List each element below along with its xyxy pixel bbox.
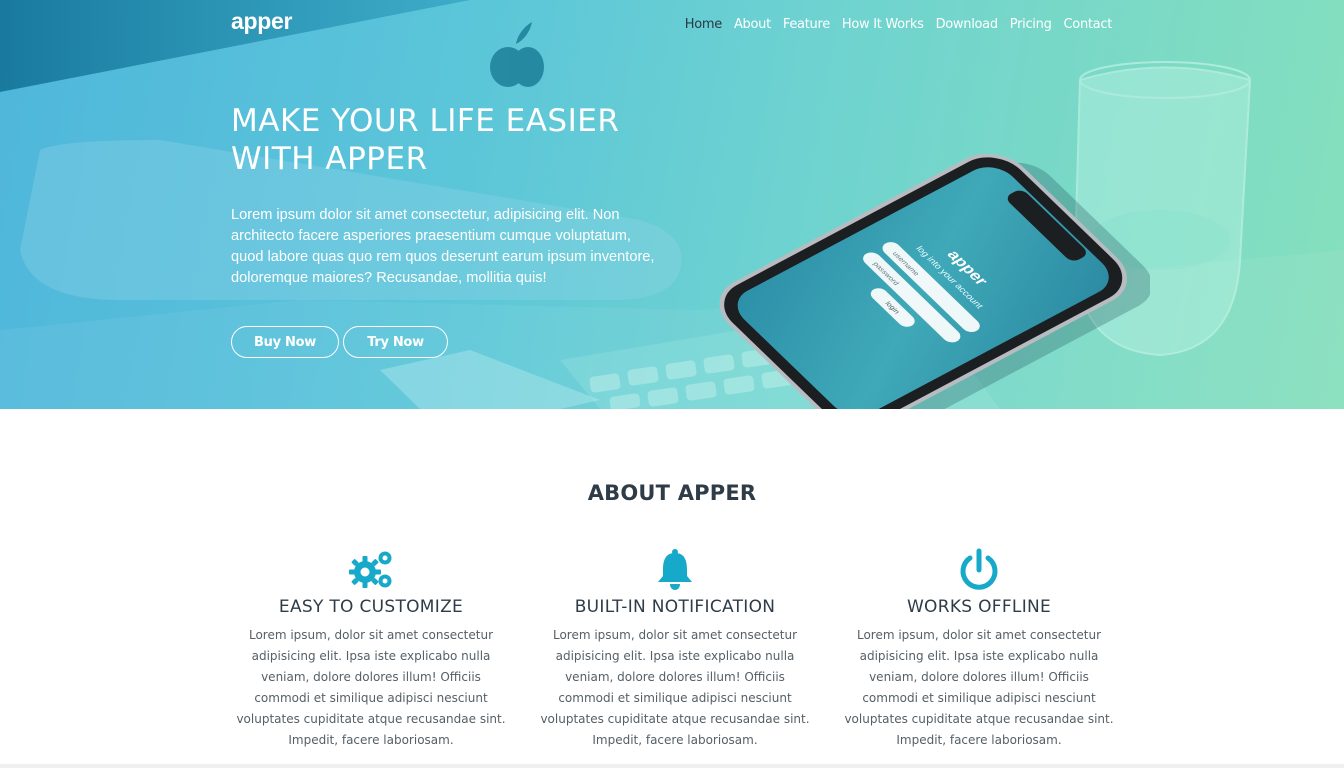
power-icon xyxy=(960,548,998,590)
feature-notification: BUILT-IN NOTIFICATION Lorem ipsum, dolor… xyxy=(530,548,820,751)
section-divider xyxy=(0,764,1344,768)
nav-link-pricing[interactable]: Pricing xyxy=(1010,17,1052,32)
feature-title: BUILT-IN NOTIFICATION xyxy=(574,597,776,617)
hero-description: Lorem ipsum dolor sit amet consectetur, … xyxy=(231,207,655,286)
feature-offline: WORKS OFFLINE Lorem ipsum, dolor sit ame… xyxy=(834,548,1124,751)
nav-link-about[interactable]: About xyxy=(734,17,771,32)
gears-icon xyxy=(349,551,392,588)
feature-title: WORKS OFFLINE xyxy=(906,597,1052,617)
feature-text: Lorem ipsum, dolor sit amet consectetur … xyxy=(844,628,1114,747)
feature-text: Lorem ipsum, dolor sit amet consectetur … xyxy=(236,628,506,747)
phone-mockup-image: apper log into your account username pas… xyxy=(719,153,1150,409)
hero-title: MAKE YOUR LIFE EASIER WITH APPER xyxy=(231,102,691,178)
bell-icon xyxy=(658,549,692,590)
about-title: ABOUT APPER xyxy=(587,481,757,505)
nav-menu: Home About Feature How It Works Download… xyxy=(673,15,1113,33)
navbar: apper Home About Feature How It Works Do… xyxy=(0,0,1344,48)
buy-now-button[interactable]: Buy Now xyxy=(231,326,339,358)
feature-title: EASY TO CUSTOMIZE xyxy=(278,597,464,617)
nav-link-contact[interactable]: Contact xyxy=(1064,17,1113,32)
brand-logo[interactable]: apper xyxy=(231,8,292,35)
hero-title-line-1: MAKE YOUR LIFE EASIER xyxy=(231,103,620,139)
feature-customize: EASY TO CUSTOMIZE Lorem ipsum, dolor sit… xyxy=(226,548,516,751)
nav-link-home[interactable]: Home xyxy=(685,17,723,32)
hero-section: apper Home About Feature How It Works Do… xyxy=(0,0,1344,409)
hero-title-line-2: WITH APPER xyxy=(231,141,428,177)
try-now-button[interactable]: Try Now xyxy=(343,326,448,358)
nav-link-how-it-works[interactable]: How It Works xyxy=(842,17,924,32)
nav-link-feature[interactable]: Feature xyxy=(783,17,830,32)
feature-text: Lorem ipsum, dolor sit amet consectetur … xyxy=(540,628,810,747)
nav-link-download[interactable]: Download xyxy=(936,17,999,32)
